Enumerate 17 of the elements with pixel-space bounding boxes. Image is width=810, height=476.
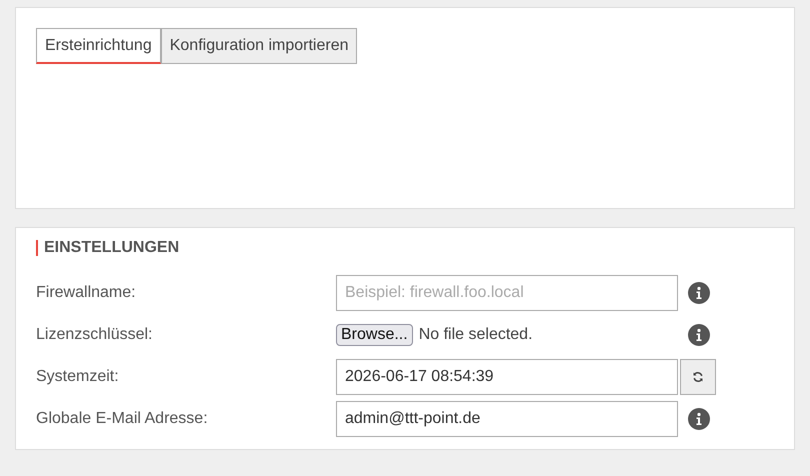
input-field[interactable]: admin@ttt-point.de (336, 401, 678, 437)
info-icon[interactable] (688, 324, 710, 346)
info-icon[interactable] (688, 408, 710, 430)
field-label: Firewallname: (36, 284, 137, 302)
refresh-icon (692, 371, 704, 383)
info-icon[interactable] (688, 282, 710, 304)
section-heading: EINSTELLUNGEN (36, 240, 794, 256)
tab[interactable]: Ersteinrichtung (36, 28, 161, 64)
browse-button[interactable]: Browse... (336, 324, 413, 346)
field-label: Systemzeit: (36, 368, 120, 386)
refresh-button[interactable] (680, 359, 716, 395)
input-field[interactable]: Beispiel: firewall.foo.local (336, 275, 678, 311)
tab[interactable]: Konfiguration importieren (160, 28, 358, 64)
field-label: Globale E-Mail Adresse: (36, 410, 209, 428)
file-status: No file selected. (418, 326, 533, 344)
field-label: Lizenzschlüssel: (36, 326, 154, 344)
input-field[interactable]: 2026-06-17 08:54:39 (336, 359, 678, 395)
